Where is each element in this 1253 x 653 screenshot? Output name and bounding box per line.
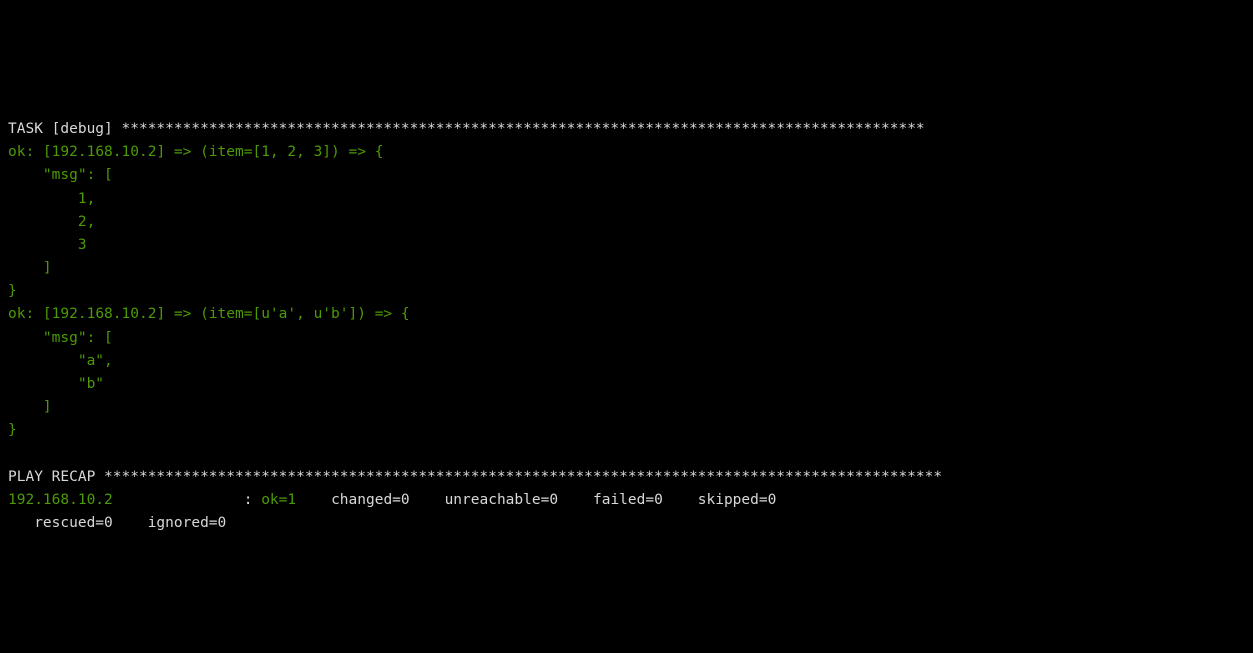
msg-close-bracket: ]: [8, 260, 52, 276]
recap-colon: :: [244, 492, 261, 508]
msg-value: "b": [8, 376, 104, 392]
result-close-brace: }: [8, 283, 17, 299]
msg-value: 2,: [8, 214, 95, 230]
msg-key: "msg": [: [8, 167, 113, 183]
msg-value: "a",: [8, 353, 113, 369]
task-result-line: ok: [192.168.10.2] => (item=[u'a', u'b']…: [8, 306, 410, 322]
blank-line: [8, 446, 17, 462]
msg-key: "msg": [: [8, 330, 113, 346]
recap-line: 192.168.10.2 : ok=1 changed=0 unreachabl…: [8, 492, 776, 531]
result-close-brace: }: [8, 422, 17, 438]
recap-host: 192.168.10.2: [8, 492, 244, 508]
msg-value: 3: [8, 237, 87, 253]
msg-close-bracket: ]: [8, 399, 52, 415]
task-result-line: ok: [192.168.10.2] => (item=[1, 2, 3]) =…: [8, 144, 383, 160]
terminal-output: TASK [debug] ***************************…: [8, 95, 1245, 536]
msg-value: 1,: [8, 191, 95, 207]
play-recap-header: PLAY RECAP *****************************…: [8, 469, 942, 485]
task-header: TASK [debug] ***************************…: [8, 121, 925, 137]
recap-ok: ok=1: [261, 492, 322, 508]
